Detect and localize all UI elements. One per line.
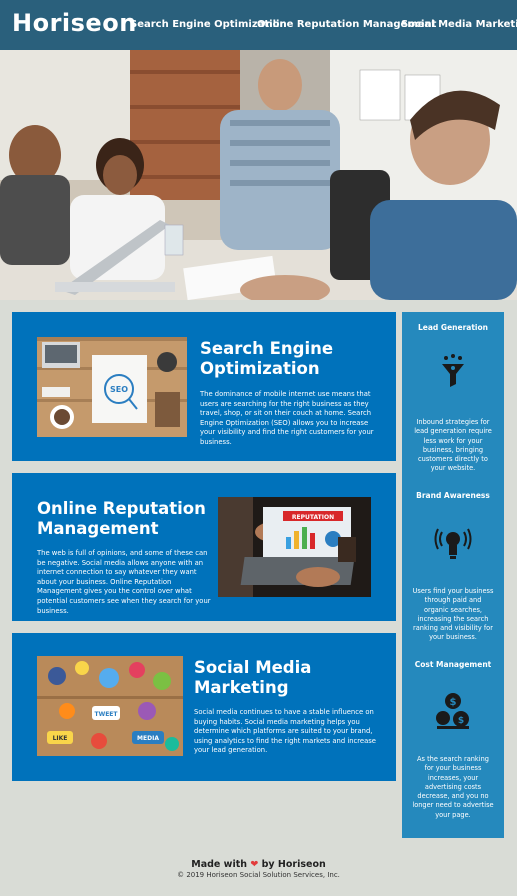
site-header: Horiseon Search Engine Optimization Onli… <box>0 0 517 50</box>
article-title-line: Marketing <box>194 678 289 697</box>
benefits-sidebar: Lead Generation Inbound strategies for l… <box>402 312 504 838</box>
funnel-icon <box>433 352 473 392</box>
article-title: Search Engine Optimization <box>200 339 333 379</box>
article-title-line: Search Engine <box>200 339 334 358</box>
article-title-line: Online Reputation <box>37 499 206 518</box>
article-title-line: Optimization <box>200 359 320 378</box>
benefit-title: Lead Generation <box>418 323 488 332</box>
media-label: MEDIA <box>137 735 159 742</box>
brand-lightbulb-icon <box>433 522 473 562</box>
benefit-text: Inbound strategies for lead generation r… <box>414 418 492 473</box>
svg-text:$: $ <box>458 716 464 726</box>
article-title-line: Management <box>37 519 159 538</box>
heart-icon: ❤ <box>250 859 259 870</box>
article-title: Online Reputation Management <box>37 499 206 539</box>
like-label: LIKE <box>53 735 68 742</box>
footer-copyright: © 2019 Horiseon Social Solution Services… <box>177 871 340 879</box>
by-horiseon-text: by Horiseon <box>261 859 326 870</box>
article-title: Social Media Marketing <box>194 658 311 698</box>
article-social: TWEET LIKE MEDIA Social Media Marketing … <box>12 633 396 781</box>
article-text: Social media continues to have a stable … <box>194 708 376 755</box>
footer-made-with: Made with ❤ by Horiseon <box>0 859 517 870</box>
benefit-title: Brand Awareness <box>416 491 490 500</box>
benefit-text: Users find your business through paid an… <box>412 587 494 642</box>
seo-image: SEO <box>37 337 187 437</box>
reputation-banner-label: REPUTATION <box>292 514 334 521</box>
article-text: The web is full of opinions, and some of… <box>37 549 211 615</box>
tweet-label: TWEET <box>94 711 118 718</box>
site-logo[interactable]: Horiseon <box>12 9 137 37</box>
reputation-image: REPUTATION <box>218 497 371 597</box>
nav-link-social[interactable]: Social Media Marketing <box>401 19 517 30</box>
money-icon: $ $ <box>433 691 473 731</box>
seo-board-label: SEO <box>110 385 128 394</box>
benefit-title: Cost Management <box>414 660 492 669</box>
article-seo: SEO Search Engine Optimization The domin… <box>12 312 396 461</box>
article-reputation: Online Reputation Management The web is … <box>12 473 396 621</box>
article-text: The dominance of mobile internet use mea… <box>200 390 374 446</box>
made-with-text: Made with <box>191 859 248 870</box>
article-title-line: Social Media <box>194 658 312 677</box>
social-media-image: TWEET LIKE MEDIA <box>37 656 183 756</box>
svg-text:$: $ <box>450 697 457 708</box>
benefit-text: As the search ranking for your business … <box>412 755 494 819</box>
hero-image <box>0 50 517 300</box>
